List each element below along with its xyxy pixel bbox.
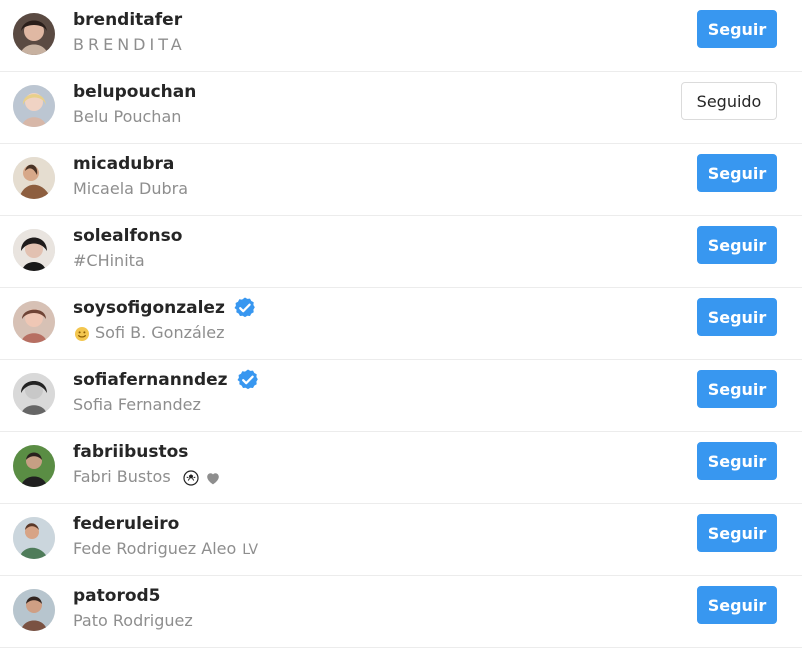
full-name: BRENDITA (73, 35, 186, 54)
account-row-sofiafernanndez[interactable]: sofiafernanndez Sofia Fernandez Seguir (0, 360, 802, 432)
follow-button[interactable]: Seguir (697, 298, 777, 336)
full-name: Sofia Fernandez (73, 395, 201, 414)
verified-badge-icon (233, 296, 257, 320)
follow-button[interactable]: Seguir (697, 586, 777, 624)
smiling-face-icon (73, 325, 91, 343)
follow-button[interactable]: Seguir (697, 514, 777, 552)
account-row-fabriibustos[interactable]: fabriibustos Fabri Bustos Seguir (0, 432, 802, 504)
username[interactable]: brenditafer (73, 10, 182, 30)
account-text: micadubra Micaela Dubra (73, 151, 662, 198)
account-text: brenditafer BRENDITA (73, 7, 662, 54)
account-text: patorod5 Pato Rodriguez (73, 583, 662, 630)
account-text: sofiafernanndez Sofia Fernandez (73, 367, 662, 414)
account-text: soysofigonzalez Sofi B. González (73, 295, 662, 343)
accounts-list: brenditafer BRENDITA Seguir belupouchan … (0, 0, 802, 648)
username[interactable]: federuleiro (73, 514, 179, 534)
full-name: Fede Rodriguez Aleo LV (73, 539, 662, 558)
following-button[interactable]: Seguido (681, 82, 777, 120)
avatar[interactable] (13, 589, 55, 631)
full-name: Sofi B. González (73, 323, 662, 343)
lv-mark: LV (242, 541, 259, 558)
heart-icon (204, 469, 222, 487)
follow-button[interactable]: Seguir (697, 10, 777, 48)
avatar[interactable] (13, 157, 55, 199)
profile-emoji-suffix (182, 469, 222, 487)
follow-button[interactable]: Seguir (697, 442, 777, 480)
account-row-soysofigonzalez[interactable]: soysofigonzalez Sofi B. González Seguir (0, 288, 802, 360)
full-name: Belu Pouchan (73, 107, 182, 126)
full-name-text: Fabri Bustos (73, 467, 171, 486)
username[interactable]: soysofigonzalez (73, 298, 225, 318)
full-name: Fabri Bustos (73, 467, 662, 487)
username[interactable]: micadubra (73, 154, 174, 174)
account-text: belupouchan Belu Pouchan (73, 79, 662, 126)
account-text: solealfonso #CHinita (73, 223, 662, 270)
username[interactable]: patorod5 (73, 586, 161, 606)
full-name: Micaela Dubra (73, 179, 189, 198)
username[interactable]: solealfonso (73, 226, 182, 246)
avatar[interactable] (13, 301, 55, 343)
avatar[interactable] (13, 85, 55, 127)
soccer-ball-icon (182, 469, 200, 487)
account-row-brenditafer[interactable]: brenditafer BRENDITA Seguir (0, 0, 802, 72)
full-name: #CHinita (73, 251, 145, 270)
account-text: federuleiro Fede Rodriguez Aleo LV (73, 511, 662, 558)
avatar[interactable] (13, 13, 55, 55)
avatar[interactable] (13, 373, 55, 415)
full-name: Pato Rodriguez (73, 611, 193, 630)
avatar[interactable] (13, 517, 55, 559)
account-row-patorod5[interactable]: patorod5 Pato Rodriguez Seguir (0, 576, 802, 648)
username[interactable]: fabriibustos (73, 442, 188, 462)
full-name-text: Fede Rodriguez Aleo (73, 539, 237, 558)
account-row-federuleiro[interactable]: federuleiro Fede Rodriguez Aleo LV Seguir (0, 504, 802, 576)
follow-button[interactable]: Seguir (697, 226, 777, 264)
account-row-micadubra[interactable]: micadubra Micaela Dubra Seguir (0, 144, 802, 216)
account-row-solealfonso[interactable]: solealfonso #CHinita Seguir (0, 216, 802, 288)
account-row-belupouchan[interactable]: belupouchan Belu Pouchan Seguido (0, 72, 802, 144)
avatar[interactable] (13, 445, 55, 487)
full-name-text: Sofi B. González (95, 323, 225, 342)
follow-button[interactable]: Seguir (697, 370, 777, 408)
account-text: fabriibustos Fabri Bustos (73, 439, 662, 487)
verified-badge-icon (236, 368, 260, 392)
follow-button[interactable]: Seguir (697, 154, 777, 192)
avatar[interactable] (13, 229, 55, 271)
username[interactable]: sofiafernanndez (73, 370, 228, 390)
username[interactable]: belupouchan (73, 82, 196, 102)
